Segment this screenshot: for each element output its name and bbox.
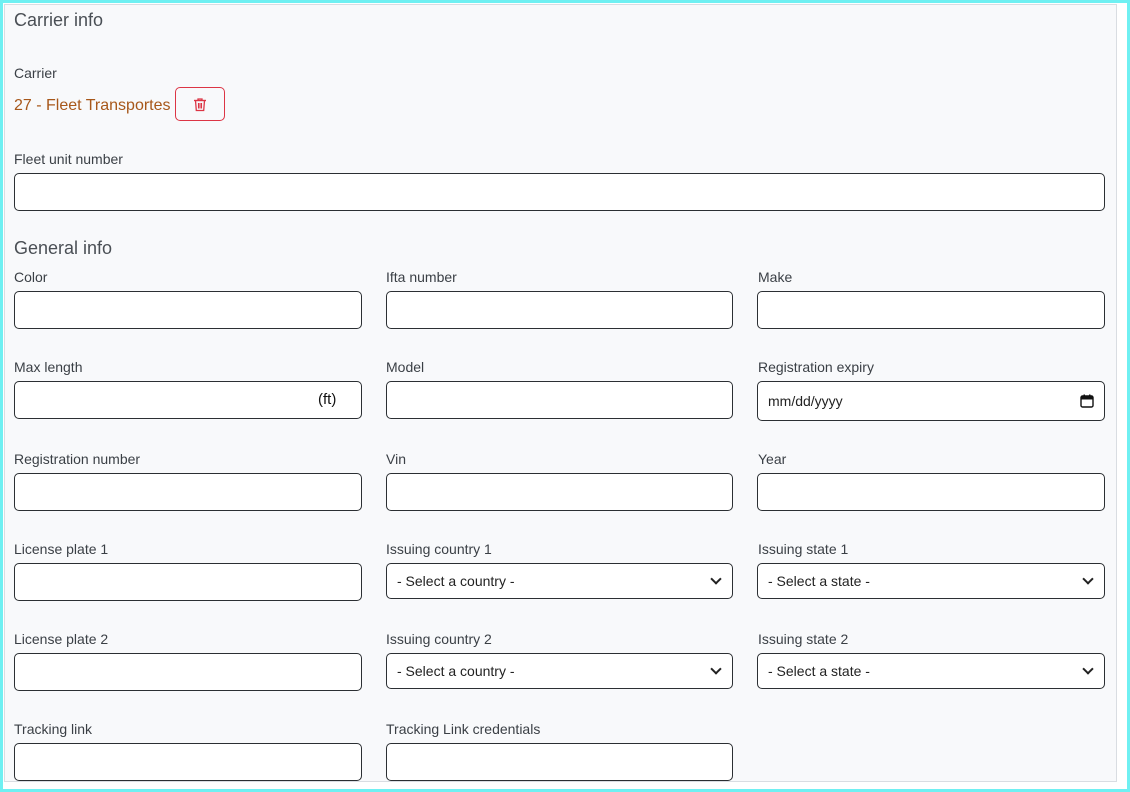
- issuing-country-1-value: - Select a country -: [397, 573, 515, 589]
- model-label: Model: [386, 359, 425, 375]
- general-info-title: General info: [14, 238, 113, 258]
- carrier-label: Carrier: [14, 65, 57, 81]
- chevron-down-icon: [1082, 573, 1094, 585]
- registration-expiry-label: Registration expiry: [758, 359, 874, 375]
- carrier-info-title: Carrier info: [14, 10, 104, 30]
- chevron-down-icon: [1082, 663, 1094, 675]
- chevron-down-icon: [710, 573, 722, 585]
- fleet-unit-input[interactable]: [14, 173, 1105, 211]
- ifta-number-input[interactable]: [386, 291, 733, 329]
- max-length-input[interactable]: [14, 381, 362, 419]
- fleet-unit-label: Fleet unit number: [14, 151, 123, 167]
- issuing-country-2-value: - Select a country -: [397, 663, 515, 679]
- year-input[interactable]: [757, 473, 1105, 511]
- color-input[interactable]: [14, 291, 362, 329]
- max-length-label: Max length: [14, 359, 83, 375]
- registration-expiry-date-input[interactable]: mm/dd/yyyy: [757, 381, 1105, 421]
- license-plate-2-label: License plate 2: [14, 631, 109, 647]
- tracking-link-input[interactable]: [14, 743, 362, 781]
- year-label: Year: [758, 451, 787, 467]
- issuing-state-2-select[interactable]: - Select a state -: [757, 653, 1105, 689]
- issuing-country-2-select[interactable]: - Select a country -: [386, 653, 733, 689]
- ifta-number-label: Ifta number: [386, 269, 457, 285]
- issuing-country-2-label: Issuing country 2: [386, 631, 492, 647]
- issuing-country-1-select[interactable]: - Select a country -: [386, 563, 733, 599]
- vin-label: Vin: [386, 451, 406, 467]
- tracking-link-credentials-label: Tracking Link credentials: [386, 721, 541, 737]
- registration-expiry-placeholder: mm/dd/yyyy: [768, 393, 843, 409]
- registration-number-input[interactable]: [14, 473, 362, 511]
- max-length-unit: (ft): [318, 391, 337, 408]
- calendar-icon[interactable]: [1080, 394, 1094, 408]
- license-plate-2-input[interactable]: [14, 653, 362, 691]
- license-plate-1-label: License plate 1: [14, 541, 109, 557]
- delete-carrier-button[interactable]: [175, 87, 225, 121]
- color-label: Color: [14, 269, 48, 285]
- issuing-state-1-select[interactable]: - Select a state -: [757, 563, 1105, 599]
- make-input[interactable]: [757, 291, 1105, 329]
- issuing-state-2-label: Issuing state 2: [758, 631, 849, 647]
- carrier-name[interactable]: 27 - Fleet Transportes: [14, 97, 171, 115]
- tracking-link-label: Tracking link: [14, 721, 93, 737]
- registration-number-label: Registration number: [14, 451, 141, 467]
- model-input[interactable]: [386, 381, 733, 419]
- issuing-state-2-value: - Select a state -: [768, 663, 870, 679]
- chevron-down-icon: [710, 663, 722, 675]
- issuing-country-1-label: Issuing country 1: [386, 541, 492, 557]
- issuing-state-1-label: Issuing state 1: [758, 541, 849, 557]
- license-plate-1-input[interactable]: [14, 563, 362, 601]
- trash-icon: [194, 97, 206, 111]
- issuing-state-1-value: - Select a state -: [768, 573, 870, 589]
- vin-input[interactable]: [386, 473, 733, 511]
- make-label: Make: [758, 269, 793, 285]
- tracking-link-credentials-input[interactable]: [386, 743, 733, 781]
